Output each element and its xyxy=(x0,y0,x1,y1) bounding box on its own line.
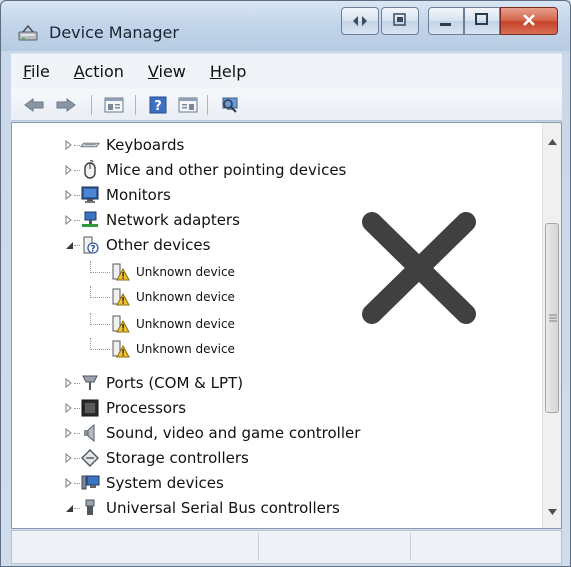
help-icon[interactable]: ? xyxy=(147,94,169,116)
expand-arrow-icon[interactable] xyxy=(64,478,74,488)
expand-arrow-icon[interactable] xyxy=(64,140,74,150)
device-manager-app-icon xyxy=(17,23,39,43)
network-icon xyxy=(80,210,100,230)
scroll-down-icon[interactable] xyxy=(543,503,561,521)
toolbar: ? xyxy=(11,89,562,121)
menu-file[interactable]: File xyxy=(23,62,50,81)
minimize-icon xyxy=(438,12,454,31)
tree-item-ports[interactable]: Ports (COM & LPT) xyxy=(64,371,243,395)
status-cell xyxy=(259,533,411,561)
menu-action[interactable]: Action xyxy=(74,62,124,81)
tree-item-unknown-device-3[interactable]: Unknown device xyxy=(90,312,235,336)
expand-arrow-icon[interactable] xyxy=(64,190,74,200)
update-driver-icon[interactable] xyxy=(177,94,199,116)
collapse-arrow-icon[interactable] xyxy=(64,503,74,513)
unknown-device-warning-icon xyxy=(110,339,130,359)
tree-item-monitors[interactable]: Monitors xyxy=(64,183,171,207)
device-tree[interactable]: Keyboards Mice and other pointing device… xyxy=(11,122,562,529)
unknown-device-warning-icon xyxy=(110,314,130,334)
menu-help[interactable]: Help xyxy=(210,62,246,81)
expand-arrow-icon[interactable] xyxy=(64,453,74,463)
tree-item-network-adapters[interactable]: Network adapters xyxy=(64,208,240,232)
speaker-icon xyxy=(80,423,100,443)
svg-text:?: ? xyxy=(154,99,162,114)
back-forward-icon xyxy=(351,12,369,31)
titlebar-restore-button[interactable] xyxy=(381,7,419,35)
expand-arrow-icon[interactable] xyxy=(64,215,74,225)
expand-arrow-icon[interactable] xyxy=(64,403,74,413)
system-icon xyxy=(80,473,100,493)
window-title: Device Manager xyxy=(49,23,179,42)
titlebar-nav-button[interactable] xyxy=(341,7,379,35)
processor-icon xyxy=(80,398,100,418)
scroll-up-icon[interactable] xyxy=(543,133,561,151)
title-bar[interactable]: Device Manager xyxy=(1,1,570,51)
tree-item-unknown-device-4[interactable]: Unknown device xyxy=(90,337,235,361)
minimize-button[interactable] xyxy=(428,7,464,35)
forward-icon[interactable] xyxy=(55,94,77,116)
unknown-device-category-icon: ? xyxy=(80,235,100,255)
mouse-icon xyxy=(80,160,100,180)
maximize-icon xyxy=(474,12,490,31)
close-button[interactable] xyxy=(500,7,558,35)
maximize-button[interactable] xyxy=(464,7,500,35)
tree-item-processors[interactable]: Processors xyxy=(64,396,186,420)
status-bar xyxy=(11,530,562,564)
properties-icon[interactable] xyxy=(103,94,125,116)
tree-item-unknown-device-2[interactable]: Unknown device xyxy=(90,285,235,309)
menu-bar: File Action View Help xyxy=(11,53,562,89)
toolbar-separator xyxy=(207,95,208,115)
scan-hardware-icon[interactable] xyxy=(219,94,241,116)
menu-view[interactable]: View xyxy=(148,62,186,81)
storage-icon xyxy=(80,448,100,468)
tree-item-usb-controllers[interactable]: Universal Serial Bus controllers xyxy=(64,496,340,520)
tree-item-keyboards[interactable]: Keyboards xyxy=(64,133,184,157)
restore-window-icon xyxy=(392,12,408,31)
close-icon xyxy=(521,12,537,31)
toolbar-separator xyxy=(91,95,92,115)
unknown-device-warning-icon xyxy=(110,262,130,282)
collapse-arrow-icon[interactable] xyxy=(64,240,74,250)
svg-text:?: ? xyxy=(90,245,95,255)
expand-arrow-icon[interactable] xyxy=(64,428,74,438)
tree-item-mice[interactable]: Mice and other pointing devices xyxy=(64,158,346,182)
expand-arrow-icon[interactable] xyxy=(64,165,74,175)
port-icon xyxy=(80,373,100,393)
keyboard-icon xyxy=(80,135,100,155)
monitor-icon xyxy=(80,185,100,205)
vertical-scrollbar[interactable] xyxy=(542,123,561,528)
tree-item-storage-controllers[interactable]: Storage controllers xyxy=(64,446,249,470)
usb-icon xyxy=(80,498,100,518)
tree-item-sound[interactable]: Sound, video and game controller xyxy=(64,421,360,445)
status-cell xyxy=(12,533,259,561)
scroll-thumb[interactable] xyxy=(545,223,559,413)
expand-arrow-icon[interactable] xyxy=(64,378,74,388)
back-icon[interactable] xyxy=(23,94,45,116)
tree-item-other-devices[interactable]: ? Other devices xyxy=(64,233,210,257)
unknown-device-warning-icon xyxy=(110,287,130,307)
tree-item-unknown-device-1[interactable]: Unknown device xyxy=(90,260,235,284)
toolbar-separator xyxy=(135,95,136,115)
tree-item-system-devices[interactable]: System devices xyxy=(64,471,224,495)
device-manager-window: Device Manager File Action View Help ? K… xyxy=(0,0,571,567)
